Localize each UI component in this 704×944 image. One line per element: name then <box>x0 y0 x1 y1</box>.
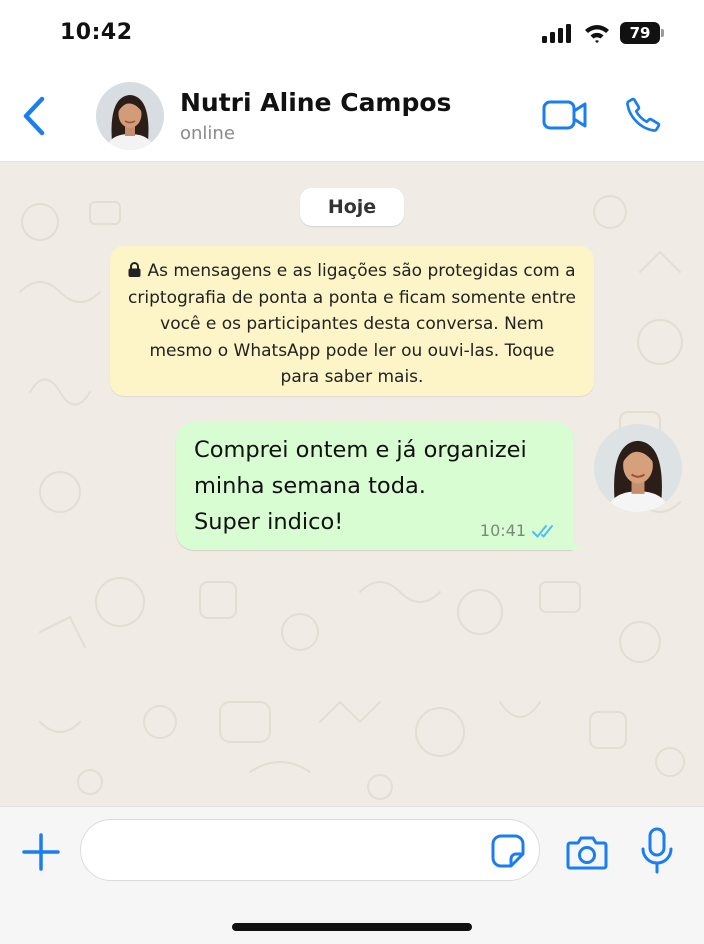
status-time: 10:42 <box>60 20 133 45</box>
home-indicator <box>232 923 472 931</box>
contact-avatar[interactable] <box>96 82 164 150</box>
contact-status: online <box>180 123 235 144</box>
microphone-button[interactable] <box>640 827 674 875</box>
video-call-button[interactable] <box>542 98 588 132</box>
date-chip: Hoje <box>300 188 404 226</box>
message-input[interactable] <box>103 834 483 868</box>
input-bar <box>0 806 704 944</box>
phone-icon <box>626 97 661 132</box>
lock-icon <box>128 262 141 277</box>
video-camera-icon <box>542 100 587 130</box>
sticker-icon <box>491 834 525 868</box>
encryption-notice[interactable]: As mensagens e as ligações são protegida… <box>110 246 594 396</box>
attach-button[interactable] <box>20 831 62 873</box>
message-meta: 10:41 <box>480 521 558 540</box>
message-time: 10:41 <box>479 521 526 540</box>
bubble-tail <box>566 526 586 550</box>
signal-icon <box>542 24 571 43</box>
wifi-icon <box>585 25 609 43</box>
message-bubble-outgoing[interactable]: Comprei ontem e já organizei minha seman… <box>176 422 574 550</box>
back-button[interactable] <box>16 94 52 138</box>
battery-icon: 79 <box>620 22 664 44</box>
contact-name[interactable]: Nutri Aline Campos <box>180 88 451 117</box>
sender-avatar[interactable] <box>594 424 682 512</box>
voice-call-button[interactable] <box>624 96 662 134</box>
sticker-button[interactable] <box>491 834 525 868</box>
message-field <box>80 819 540 881</box>
status-icons: 79 <box>542 22 664 44</box>
camera-icon <box>566 836 608 870</box>
double-check-read-icon <box>532 524 553 537</box>
encryption-notice-text: As mensagens e as ligações são protegida… <box>128 261 576 387</box>
status-bar: 10:42 79 <box>0 0 704 70</box>
microphone-icon <box>641 827 673 874</box>
back-chevron-icon <box>23 96 45 136</box>
chat-header: Nutri Aline Campos online <box>0 70 704 162</box>
camera-button[interactable] <box>566 834 608 870</box>
plus-icon <box>22 833 60 871</box>
chat-area[interactable]: Hoje As mensagens e as ligações são prot… <box>0 162 704 806</box>
